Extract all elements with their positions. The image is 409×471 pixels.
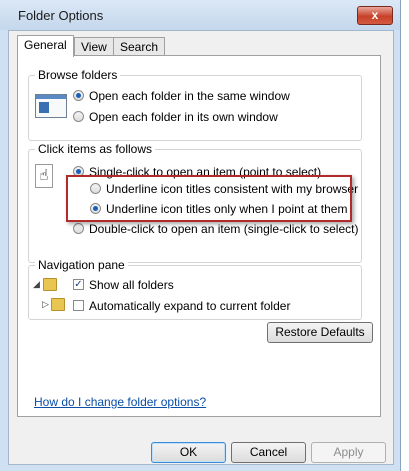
radio-own-window[interactable] <box>73 111 84 122</box>
restore-defaults-button[interactable]: Restore Defaults <box>267 322 373 343</box>
hand-pointer-icon: ☝ <box>35 164 53 188</box>
radio-same-window[interactable] <box>73 90 84 101</box>
apply-button[interactable]: Apply <box>311 442 386 463</box>
folder-icon <box>51 298 65 311</box>
navigation-pane-group: Navigation pane ◢ ✓ Show all folders ▷ A… <box>28 258 362 320</box>
show-all-folders-checkbox[interactable]: ✓ <box>73 279 84 290</box>
dialog-body: General View Search Browse folders Open … <box>8 30 394 465</box>
folder-window-icon <box>35 94 67 118</box>
tab-search[interactable]: Search <box>113 37 166 55</box>
double-click-label[interactable]: Double-click to open an item (single-cli… <box>89 222 358 236</box>
browse-folders-group: Browse folders Open each folder in the s… <box>28 68 362 141</box>
show-all-folders-label[interactable]: Show all folders <box>89 278 174 292</box>
browse-folders-legend: Browse folders <box>35 68 121 82</box>
auto-expand-label[interactable]: Automatically expand to current folder <box>89 299 290 313</box>
ok-button[interactable]: OK <box>151 442 226 463</box>
tab-general[interactable]: General <box>17 35 74 57</box>
window-title: Folder Options <box>18 8 104 23</box>
tab-view[interactable]: View <box>74 37 114 55</box>
folder-options-dialog: Folder Options x General View Search Bro… <box>0 0 401 471</box>
close-button[interactable]: x <box>357 6 393 25</box>
triangle-expanded-icon: ◢ <box>33 279 40 289</box>
folder-icon <box>43 278 57 291</box>
background-strip <box>401 0 409 471</box>
help-link[interactable]: How do I change folder options? <box>34 395 206 409</box>
auto-expand-checkbox[interactable] <box>73 300 84 311</box>
cancel-button[interactable]: Cancel <box>231 442 306 463</box>
same-window-label[interactable]: Open each folder in the same window <box>89 89 290 103</box>
radio-double-click[interactable] <box>73 223 84 234</box>
annotation-highlight-box <box>66 175 352 222</box>
triangle-collapsed-icon: ▷ <box>42 299 49 309</box>
general-tab-panel: Browse folders Open each folder in the s… <box>17 55 381 417</box>
own-window-label[interactable]: Open each folder in its own window <box>89 110 278 124</box>
click-items-legend: Click items as follows <box>35 142 156 156</box>
title-bar[interactable]: Folder Options x <box>0 0 400 30</box>
navigation-pane-legend: Navigation pane <box>35 258 128 272</box>
